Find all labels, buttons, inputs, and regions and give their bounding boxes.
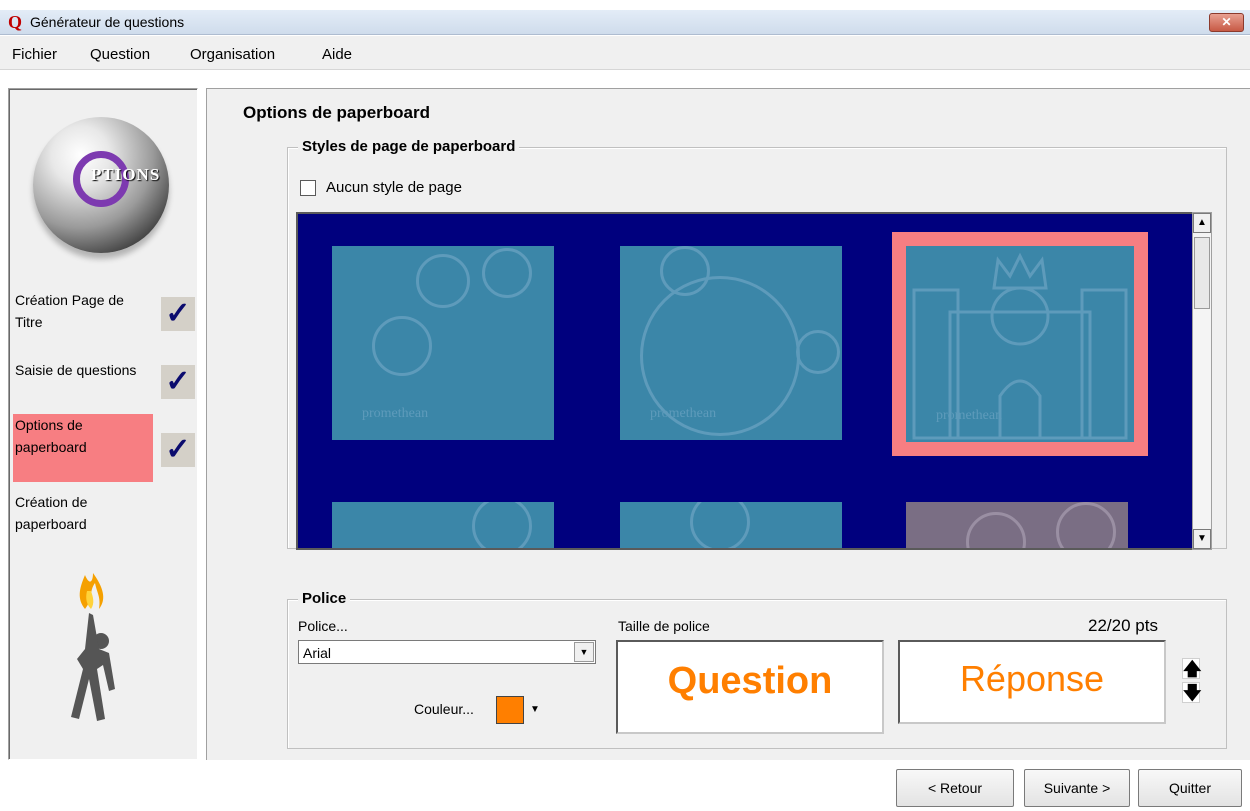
style-thumbnail-grey[interactable]: [906, 502, 1128, 548]
menu-organisation[interactable]: Organisation: [190, 46, 275, 63]
face-decoration: [482, 248, 532, 298]
styles-legend: Styles de page de paperboard: [298, 138, 520, 155]
menu-bar: Fichier Question Organisation Aide: [0, 36, 1250, 70]
styles-groupbox: Styles de page de paperboard Aucun style…: [287, 138, 1227, 550]
scroll-down-arrow-icon[interactable]: ▼: [1193, 529, 1211, 549]
size-down-arrow-icon[interactable]: 🡇: [1182, 682, 1202, 703]
menu-fichier[interactable]: Fichier: [12, 46, 57, 63]
options-sphere-logo: PTIONS: [33, 117, 169, 253]
menu-aide[interactable]: Aide: [322, 46, 352, 63]
style-thumbnail-castle[interactable]: promethean: [892, 232, 1148, 456]
dropdown-arrow-icon[interactable]: ▼: [574, 642, 594, 662]
face-decoration: [372, 316, 432, 376]
thumbnail-watermark: promethean: [362, 406, 429, 421]
color-label: Couleur...: [414, 701, 474, 717]
police-legend: Police: [298, 590, 351, 607]
step-creation-paperboard: Création de paperboard: [15, 494, 88, 532]
style-thumbnail-globe[interactable]: promethean: [620, 246, 842, 440]
back-button[interactable]: < Retour: [896, 769, 1014, 807]
face-decoration: [472, 502, 532, 548]
answer-preview: Réponse: [898, 640, 1166, 724]
step-creation-page-titre: Création Page de Titre: [15, 292, 124, 330]
face-decoration: [690, 502, 750, 548]
check-icon: ✓: [161, 297, 195, 331]
color-swatch[interactable]: [496, 696, 524, 724]
face-decoration: [416, 254, 470, 308]
page-title: Options de paperboard: [243, 103, 431, 122]
no-style-label: Aucun style de page: [326, 179, 462, 196]
app-q-icon: Q: [7, 12, 22, 32]
window-title: Générateur de questions: [30, 14, 185, 30]
thumbnail-watermark: promethean: [650, 406, 717, 421]
face-decoration: [660, 246, 710, 296]
step-options-paperboard: Options de paperboard: [13, 414, 153, 482]
size-up-arrow-icon[interactable]: 🡅: [1182, 658, 1202, 679]
question-preview: Question: [616, 640, 884, 734]
thumbnail-watermark: promethean: [936, 408, 1003, 423]
scrollbar-thumb[interactable]: [1194, 237, 1210, 309]
next-button[interactable]: Suivante >: [1024, 769, 1130, 807]
style-thumbnail-faces[interactable]: [620, 502, 842, 548]
close-button[interactable]: ✕: [1209, 13, 1244, 32]
no-style-checkbox[interactable]: [300, 180, 316, 196]
police-groupbox: Police Police... Arial ▼ Couleur... ▼ Ta…: [287, 590, 1227, 749]
title-bar: Q Générateur de questions ✕: [0, 10, 1250, 35]
quit-button[interactable]: Quitter: [1138, 769, 1242, 807]
size-label: Taille de police: [618, 618, 710, 634]
question-preview-text: Question: [667, 660, 833, 702]
face-decoration: [966, 512, 1026, 548]
style-thumbnail-pencil[interactable]: promethean: [332, 246, 554, 440]
scroll-up-arrow-icon[interactable]: ▲: [1193, 213, 1211, 233]
font-select-value: Arial: [303, 645, 332, 661]
font-label: Police...: [298, 618, 348, 634]
color-dropdown-arrow-icon[interactable]: ▼: [530, 704, 540, 715]
check-icon: ✓: [161, 433, 195, 467]
logo-text: PTIONS: [91, 165, 161, 184]
menu-question[interactable]: Question: [90, 46, 150, 63]
flame-figure-icon: [71, 573, 115, 721]
page-style-gallery: promethean promethean promethean: [296, 212, 1192, 550]
face-decoration: [1056, 502, 1116, 548]
style-thumbnail-hash[interactable]: [332, 502, 554, 548]
step-saisie-questions: Saisie de questions: [15, 362, 137, 378]
size-value: 22/20 pts: [1088, 616, 1158, 635]
wizard-sidebar: PTIONS Création Page de Titre ✓ Saisie d…: [8, 88, 198, 760]
answer-preview-text: Réponse: [959, 658, 1105, 699]
gallery-scrollbar[interactable]: ▲ ▼: [1192, 212, 1212, 550]
check-icon: ✓: [161, 365, 195, 399]
font-select[interactable]: Arial ▼: [298, 640, 596, 664]
face-decoration: [796, 330, 840, 374]
main-panel: Options de paperboard Styles de page de …: [206, 88, 1250, 760]
